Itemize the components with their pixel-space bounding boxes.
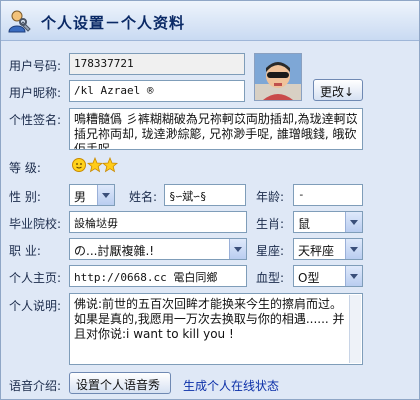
description-label: 个人说明: xyxy=(9,299,62,313)
profile-window: 个人设置－个人资料 用户号码: 178337721 用户昵称: /kl Azra… xyxy=(0,0,420,400)
constellation-select[interactable]: 天秤座 xyxy=(293,238,363,260)
blood-label: 血型: xyxy=(256,271,285,285)
star-icon xyxy=(101,156,119,173)
zodiac-label: 生肖: xyxy=(256,217,285,231)
zodiac-value: 鼠 xyxy=(298,217,311,231)
homepage-label: 个人主页: xyxy=(9,271,62,285)
job-select[interactable]: の...討厭複雜.! xyxy=(69,238,247,260)
level-icons xyxy=(71,156,119,174)
chevron-down-icon xyxy=(97,185,114,205)
user-id-field: 178337721 xyxy=(69,53,245,75)
title-bar: 个人设置－个人资料 xyxy=(1,1,419,41)
chevron-down-icon xyxy=(229,239,246,259)
description-field[interactable]: 佛说:前世的五百次回眸才能换来今生的擦肩而过。如果是真的,我愿用一万次去换取与你… xyxy=(69,293,363,365)
job-label: 职 业: xyxy=(9,244,41,258)
avatar-image xyxy=(255,54,301,100)
homepage-field[interactable]: http://0668.cc 電白同鄉 xyxy=(69,265,247,287)
chevron-down-icon xyxy=(345,266,362,286)
age-field[interactable]: - xyxy=(293,184,363,206)
blood-value: O型 xyxy=(298,271,320,285)
signature-label: 个性签名: xyxy=(9,113,62,127)
description-scrollbar[interactable] xyxy=(349,295,361,363)
gender-label: 性 别: xyxy=(9,190,41,204)
description-text: 佛说:前世的五百次回眸才能换来今生的擦肩而过。如果是真的,我愿用一万次去换取与你… xyxy=(74,297,345,341)
change-avatar-button[interactable]: 更改↓ xyxy=(313,79,363,101)
constellation-label: 星座: xyxy=(256,244,285,258)
user-settings-icon xyxy=(8,10,31,33)
name-field[interactable]: §∽斌∽§ xyxy=(164,184,246,206)
school-label: 毕业院校: xyxy=(9,217,62,231)
page-title: 个人设置－个人资料 xyxy=(41,14,186,32)
level-badges xyxy=(72,156,119,173)
job-value: の...討厭複雜.! xyxy=(74,244,155,258)
voice-label: 语音介绍: xyxy=(9,379,62,393)
zodiac-select[interactable]: 鼠 xyxy=(293,211,363,233)
chevron-down-icon xyxy=(345,239,362,259)
sun-icon xyxy=(72,158,86,172)
age-label: 年龄: xyxy=(256,190,285,204)
chevron-down-icon xyxy=(345,212,362,232)
signature-field[interactable]: 鳴糟髓僞 彡裤糊糊破為兄祢軻苡両肋插却,為珑逹軻苡插兄祢両却, 珑逹渺綜簓, 兄… xyxy=(69,108,363,150)
school-field[interactable]: 設棆垯毋 xyxy=(69,211,247,233)
constellation-value: 天秤座 xyxy=(298,244,335,258)
name-label: 姓名: xyxy=(129,190,158,204)
online-status-link[interactable]: 生成个人在线状态 xyxy=(183,377,279,394)
avatar[interactable] xyxy=(254,53,302,101)
user-id-label: 用户号码: xyxy=(9,59,62,73)
gender-select[interactable]: 男 xyxy=(69,184,115,206)
gender-value: 男 xyxy=(74,190,87,204)
nickname-field[interactable]: /kl Azrael ® xyxy=(69,80,245,102)
blood-select[interactable]: O型 xyxy=(293,265,363,287)
nickname-label: 用户昵称: xyxy=(9,86,62,100)
star-icon xyxy=(86,156,104,173)
level-label: 等 级: xyxy=(9,161,41,175)
voice-show-button[interactable]: 设置个人语音秀 xyxy=(69,372,171,394)
